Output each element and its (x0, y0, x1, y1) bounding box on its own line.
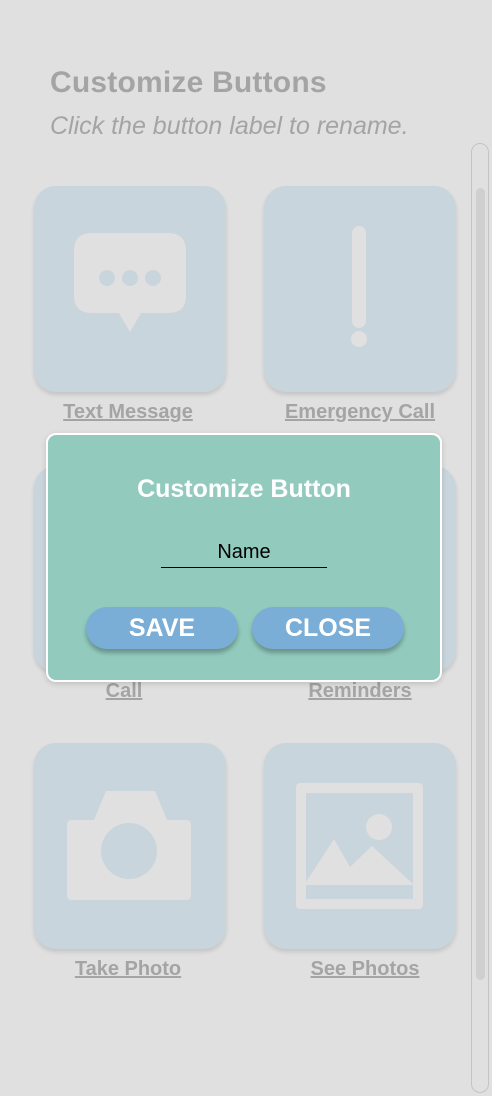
dialog-title: Customize Button (137, 475, 351, 503)
tile-label-call[interactable]: Call (64, 680, 184, 703)
tile-text-message[interactable] (34, 186, 226, 392)
tile-label-see-photos[interactable]: See Photos (270, 958, 460, 981)
scrollbar-thumb[interactable] (476, 188, 485, 980)
chat-bubble-icon (74, 233, 186, 332)
tile-take-photo[interactable] (34, 743, 226, 949)
customize-button-dialog: Customize Button SAVE CLOSE (46, 433, 442, 682)
page-subtitle: Click the button label to rename. (50, 112, 409, 140)
tile-label-emergency-call[interactable]: Emergency Call (264, 401, 456, 424)
exclamation-icon (351, 226, 367, 347)
scrollbar[interactable] (471, 143, 489, 1093)
camera-icon (67, 791, 191, 900)
customize-buttons-screen: Customize Buttons Click the button label… (0, 0, 492, 1096)
image-icon (296, 783, 423, 909)
close-button[interactable]: CLOSE (252, 607, 404, 649)
tile-see-photos[interactable] (264, 743, 456, 949)
tile-label-take-photo[interactable]: Take Photo (34, 958, 222, 981)
tile-label-reminders[interactable]: Reminders (264, 680, 456, 703)
name-input[interactable] (161, 538, 327, 568)
tile-emergency-call[interactable] (264, 186, 456, 392)
tile-label-text-message[interactable]: Text Message (34, 401, 222, 424)
save-button[interactable]: SAVE (86, 607, 238, 649)
page-title: Customize Buttons (50, 66, 327, 99)
